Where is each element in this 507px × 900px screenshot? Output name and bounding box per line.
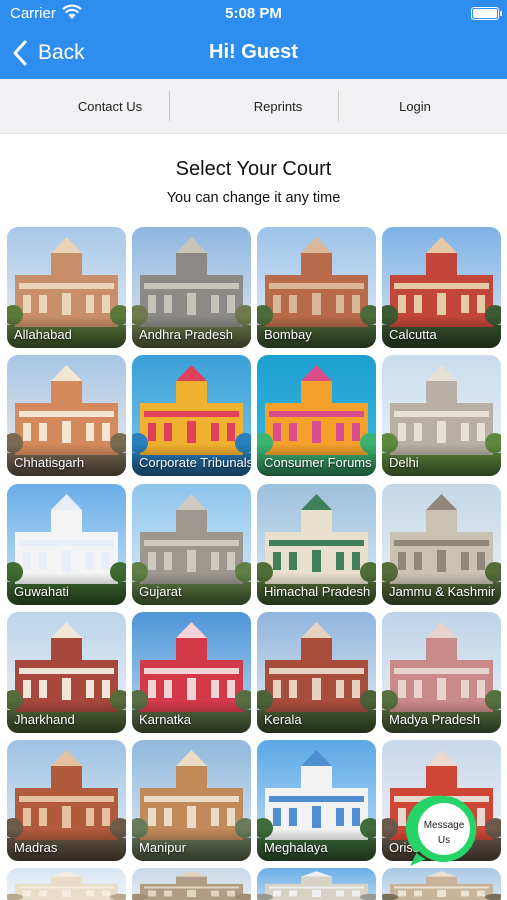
court-tile[interactable]: Karnatka: [132, 612, 251, 733]
court-tile[interactable]: Guwahati: [7, 484, 126, 605]
court-name-label: Allahabad: [14, 327, 72, 342]
court-tile[interactable]: Chhatisgarh: [7, 355, 126, 476]
court-name-label: Calcutta: [389, 327, 437, 342]
court-tile[interactable]: Manipur: [132, 740, 251, 861]
status-bar: Carrier 5:08 PM: [0, 0, 507, 28]
court-name-label: Madras: [14, 840, 58, 855]
whatsapp-label-line1: Message: [423, 820, 465, 831]
court-name-label: Bombay: [264, 327, 312, 342]
section-heading: Select Your Court: [175, 158, 332, 180]
court-tile[interactable]: Madras: [7, 740, 126, 861]
court-tile[interactable]: Himachal Pradesh: [257, 484, 376, 605]
court-name-label: Consumer Forums: [264, 455, 372, 470]
contact-us-link[interactable]: Contact Us: [40, 79, 180, 134]
section-subheading: You can change it any time: [166, 190, 341, 206]
court-tile[interactable]: Madya Pradesh: [382, 612, 501, 733]
whatsapp-label-line2: Us: [437, 835, 451, 846]
court-tile[interactable]: Consumer Forums: [257, 355, 376, 476]
reprints-link[interactable]: Reprints: [208, 79, 348, 134]
court-tile[interactable]: Corporate Tribunals: [132, 355, 251, 476]
court-tile[interactable]: [257, 868, 376, 900]
court-tile[interactable]: [7, 868, 126, 900]
court-name-label: Jammu & Kashmir: [389, 584, 496, 599]
court-name-label: Chhatisgarh: [14, 455, 85, 470]
court-name-label: Gujarat: [139, 584, 182, 599]
court-name-label: Corporate Tribunals: [139, 455, 251, 470]
court-name-label: Jharkhand: [14, 712, 75, 727]
court-name-label: Kerala: [264, 712, 302, 727]
whatsapp-message-button[interactable]: Message Us: [404, 790, 484, 870]
page-title: Hi! Guest: [209, 41, 298, 63]
court-name-label: Delhi: [389, 455, 419, 470]
navigation-bar: Back Hi! Guest: [0, 28, 507, 79]
court-tile[interactable]: Jharkhand: [7, 612, 126, 733]
court-tile[interactable]: Bombay: [257, 227, 376, 348]
court-tile[interactable]: [132, 868, 251, 900]
court-building-image: [257, 871, 376, 900]
court-tile[interactable]: Allahabad: [7, 227, 126, 348]
court-name-label: Andhra Pradesh: [139, 327, 233, 342]
court-tile[interactable]: Meghalaya: [257, 740, 376, 861]
court-tile[interactable]: Delhi: [382, 355, 501, 476]
login-link[interactable]: Login: [345, 79, 485, 134]
court-name-label: Madya Pradesh: [389, 712, 481, 727]
divider: [169, 91, 170, 121]
court-name-label: Meghalaya: [264, 840, 328, 855]
court-building-image: [7, 871, 126, 900]
divider: [338, 91, 339, 121]
court-name-label: Himachal Pradesh: [264, 584, 371, 599]
court-tile[interactable]: Calcutta: [382, 227, 501, 348]
court-name-label: Guwahati: [14, 584, 69, 599]
top-menu: Contact Us Reprints Login: [0, 79, 507, 134]
court-building-image: [382, 871, 501, 900]
court-name-label: Karnatka: [139, 712, 192, 727]
court-tile[interactable]: Jammu & Kashmir: [382, 484, 501, 605]
court-tile[interactable]: Andhra Pradesh: [132, 227, 251, 348]
court-tile[interactable]: [382, 868, 501, 900]
court-tile[interactable]: Kerala: [257, 612, 376, 733]
court-name-label: Manipur: [139, 840, 186, 855]
court-tile[interactable]: Gujarat: [132, 484, 251, 605]
battery-icon: [471, 7, 502, 20]
clock: 5:08 PM: [225, 5, 282, 22]
court-building-image: [132, 871, 251, 900]
